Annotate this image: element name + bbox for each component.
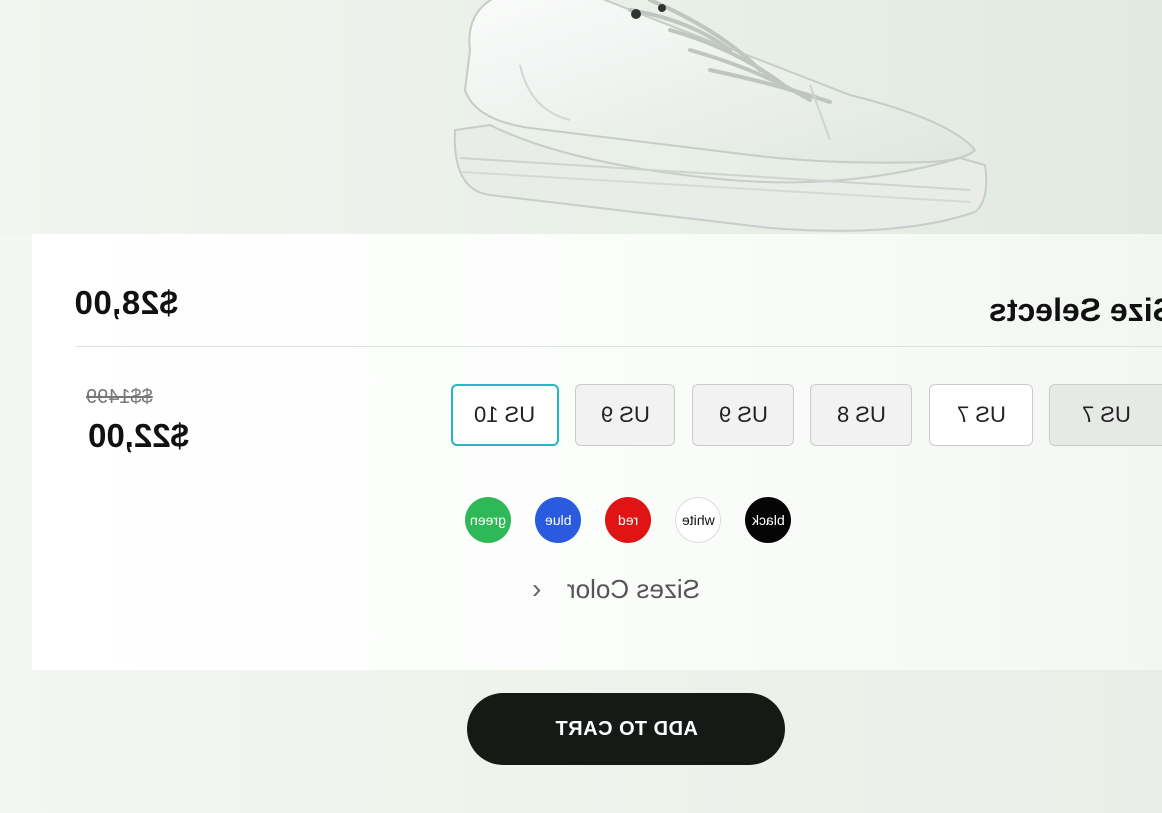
- original-price: $$1499: [86, 386, 153, 408]
- divider: [76, 346, 1162, 347]
- sneaker-image: [453, 0, 988, 232]
- add-to-cart-button[interactable]: ADD TO CART: [467, 693, 785, 765]
- size-selects-title: Size Selects: [989, 292, 1162, 328]
- size-option-us-7[interactable]: US 7: [929, 384, 1033, 446]
- sale-price: $22,00: [88, 417, 189, 454]
- color-swatch-blue[interactable]: blue: [535, 497, 581, 543]
- color-swatch-green[interactable]: green: [465, 497, 511, 543]
- size-option-us-7b[interactable]: US 7: [1049, 384, 1162, 446]
- size-option-us-8[interactable]: US 8: [810, 384, 912, 446]
- product-hero: [0, 0, 1162, 234]
- chevron-right-icon: ›: [532, 573, 542, 604]
- size-option-us-9[interactable]: US 9: [575, 384, 675, 446]
- price-top: $28,00: [74, 284, 178, 321]
- size-option-us-10[interactable]: US 10: [451, 384, 559, 446]
- sizes-color-label: Sizes Color: [567, 573, 701, 604]
- panel-header: $28,00 Size Selects: [32, 234, 1162, 346]
- color-swatch-black[interactable]: black: [745, 497, 791, 543]
- size-option-us-9b[interactable]: US 9: [692, 384, 794, 446]
- color-swatch-red[interactable]: red: [605, 497, 651, 543]
- add-to-cart-label: ADD TO CART: [554, 717, 698, 740]
- product-panel: $28,00 Size Selects $$1499 $22,00 US 10 …: [32, 234, 1162, 670]
- sizes-color-link[interactable]: › Sizes Color: [532, 573, 701, 604]
- color-swatch-white[interactable]: white: [675, 497, 721, 543]
